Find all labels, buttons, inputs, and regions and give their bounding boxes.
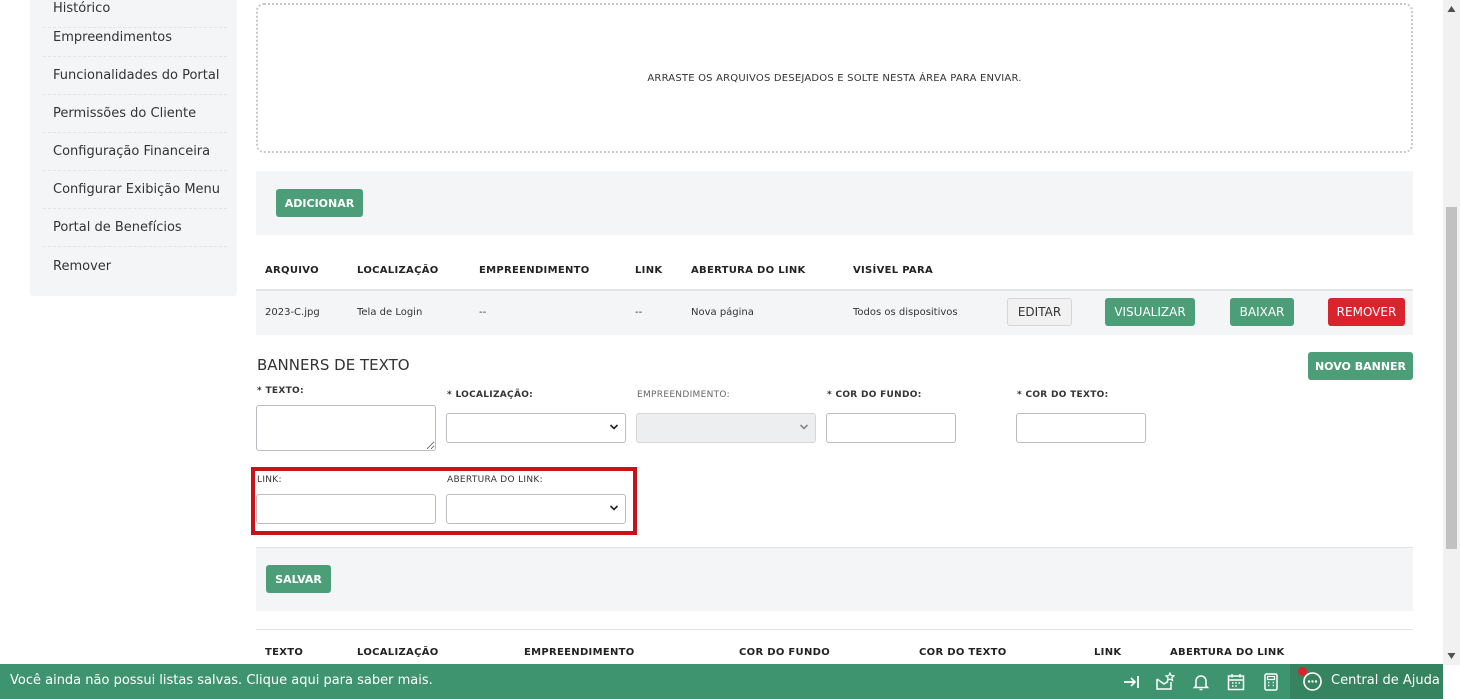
calendar-icon[interactable] — [1226, 672, 1246, 692]
sidebar-item-label: Empreendimentos — [53, 30, 173, 45]
label-cor-texto: * COR DO TEXTO: — [1017, 390, 1109, 400]
chevron-down-icon — [609, 424, 619, 430]
sidebar-item-permissoes[interactable]: Permissões do Cliente — [43, 95, 227, 133]
view-button[interactable]: VISUALIZAR — [1105, 298, 1195, 326]
footer-bar: Você ainda não possui listas salvas. Cli… — [0, 664, 1443, 699]
sidebar-item-label: Permissões do Cliente — [53, 106, 197, 121]
sidebar-item-label: Funcionalidades do Portal — [53, 68, 220, 83]
col-arquivo: ARQUIVO — [265, 265, 319, 276]
abertura-link-select[interactable] — [446, 494, 626, 524]
texto-textarea[interactable] — [256, 405, 436, 451]
sidebar-item-config-financeira[interactable]: Configuração Financeira — [43, 133, 227, 171]
col-abertura: ABERTURA DO LINK — [1170, 647, 1285, 658]
sidebar-item-config-menu[interactable]: Configurar Exibição Menu — [43, 171, 227, 209]
col-localizacao: LOCALIZAÇÃO — [357, 265, 439, 276]
chat-help-icon — [1303, 672, 1322, 691]
cell-visivel: Todos os dispositivos — [853, 307, 958, 318]
col-cor-texto: COR DO TEXTO — [919, 647, 1007, 658]
label-texto: * TEXTO: — [257, 386, 304, 396]
edit-button[interactable]: EDITAR — [1007, 298, 1072, 326]
chevron-down-icon — [609, 505, 619, 511]
empreendimento-select — [636, 413, 816, 443]
cor-fundo-input[interactable] — [826, 413, 956, 443]
sidebar-menu: Histórico Empreendimentos Funcionalidade… — [30, 0, 237, 296]
help-center-label: Central de Ajuda — [1331, 673, 1440, 688]
save-bar — [256, 547, 1413, 611]
cell-localizacao: Tela de Login — [357, 307, 423, 318]
label-link: LINK: — [257, 475, 282, 485]
collapse-right-icon[interactable] — [1121, 672, 1141, 692]
scroll-down-icon[interactable] — [1447, 652, 1456, 660]
sidebar-item-empreendimentos[interactable]: Empreendimentos — [43, 19, 227, 57]
label-localizacao: * LOCALIZAÇÃO: — [447, 390, 534, 400]
col-localizacao: LOCALIZAÇÃO — [357, 647, 439, 658]
scroll-up-icon[interactable] — [1447, 5, 1456, 13]
saved-lists-message[interactable]: Você ainda não possui listas salvas. Cli… — [10, 673, 433, 688]
table-divider — [256, 629, 1413, 630]
label-empreendimento: EMPREENDIMENTO: — [637, 390, 730, 400]
file-dropzone[interactable]: ARRASTE OS ARQUIVOS DESEJADOS E SOLTE NE… — [256, 3, 1413, 153]
sidebar-item-label: Configurar Exibição Menu — [53, 182, 221, 197]
col-empreendimento: EMPREENDIMENTO — [479, 265, 590, 276]
sidebar-item-beneficios[interactable]: Portal de Benefícios — [43, 209, 227, 247]
scroll-thumb[interactable] — [1446, 207, 1457, 549]
remove-button[interactable]: REMOVER — [1328, 298, 1405, 326]
download-button[interactable]: BAIXAR — [1230, 298, 1294, 326]
vertical-scrollbar[interactable] — [1443, 0, 1460, 665]
mail-star-icon[interactable] — [1155, 672, 1175, 692]
col-cor-fundo: COR DO FUNDO — [739, 647, 831, 658]
col-empreendimento: EMPREENDIMENTO — [524, 647, 635, 658]
cell-abertura: Nova página — [691, 307, 754, 318]
cell-link: -- — [635, 307, 643, 318]
cell-arquivo: 2023-C.jpg — [265, 307, 320, 318]
col-link: LINK — [635, 265, 663, 276]
sidebar-item-remover[interactable]: Remover — [43, 247, 227, 285]
dropzone-text: ARRASTE OS ARQUIVOS DESEJADOS E SOLTE NE… — [647, 72, 1022, 84]
bell-icon[interactable] — [1191, 672, 1211, 692]
col-texto: TEXTO — [265, 647, 304, 658]
sidebar-item-label: Configuração Financeira — [53, 144, 211, 159]
sidebar-item-label: Portal de Benefícios — [53, 220, 182, 235]
sidebar-item-label: Histórico — [53, 1, 111, 16]
calculator-icon[interactable] — [1261, 672, 1281, 692]
sidebar-item-label: Remover — [53, 258, 112, 274]
col-visivel: VISÍVEL PARA — [853, 265, 933, 276]
col-link: LINK — [1094, 647, 1122, 658]
link-input[interactable] — [256, 494, 436, 524]
section-title-text-banners: BANNERS DE TEXTO — [257, 356, 410, 374]
col-abertura: ABERTURA DO LINK — [691, 265, 806, 276]
add-button[interactable]: ADICIONAR — [276, 189, 363, 217]
label-abertura-link: ABERTURA DO LINK: — [447, 475, 543, 485]
sidebar-item-funcionalidades[interactable]: Funcionalidades do Portal — [43, 57, 227, 95]
localizacao-select[interactable] — [446, 413, 626, 443]
save-button[interactable]: SALVAR — [266, 565, 331, 593]
add-file-bar — [256, 171, 1413, 235]
label-cor-fundo: * COR DO FUNDO: — [827, 390, 922, 400]
chevron-down-icon — [799, 424, 809, 430]
help-center-button[interactable]: Central de Ajuda — [1290, 664, 1443, 699]
cell-empreendimento: -- — [479, 307, 487, 318]
new-banner-button[interactable]: NOVO BANNER — [1308, 352, 1413, 380]
cor-texto-input[interactable] — [1016, 413, 1146, 443]
